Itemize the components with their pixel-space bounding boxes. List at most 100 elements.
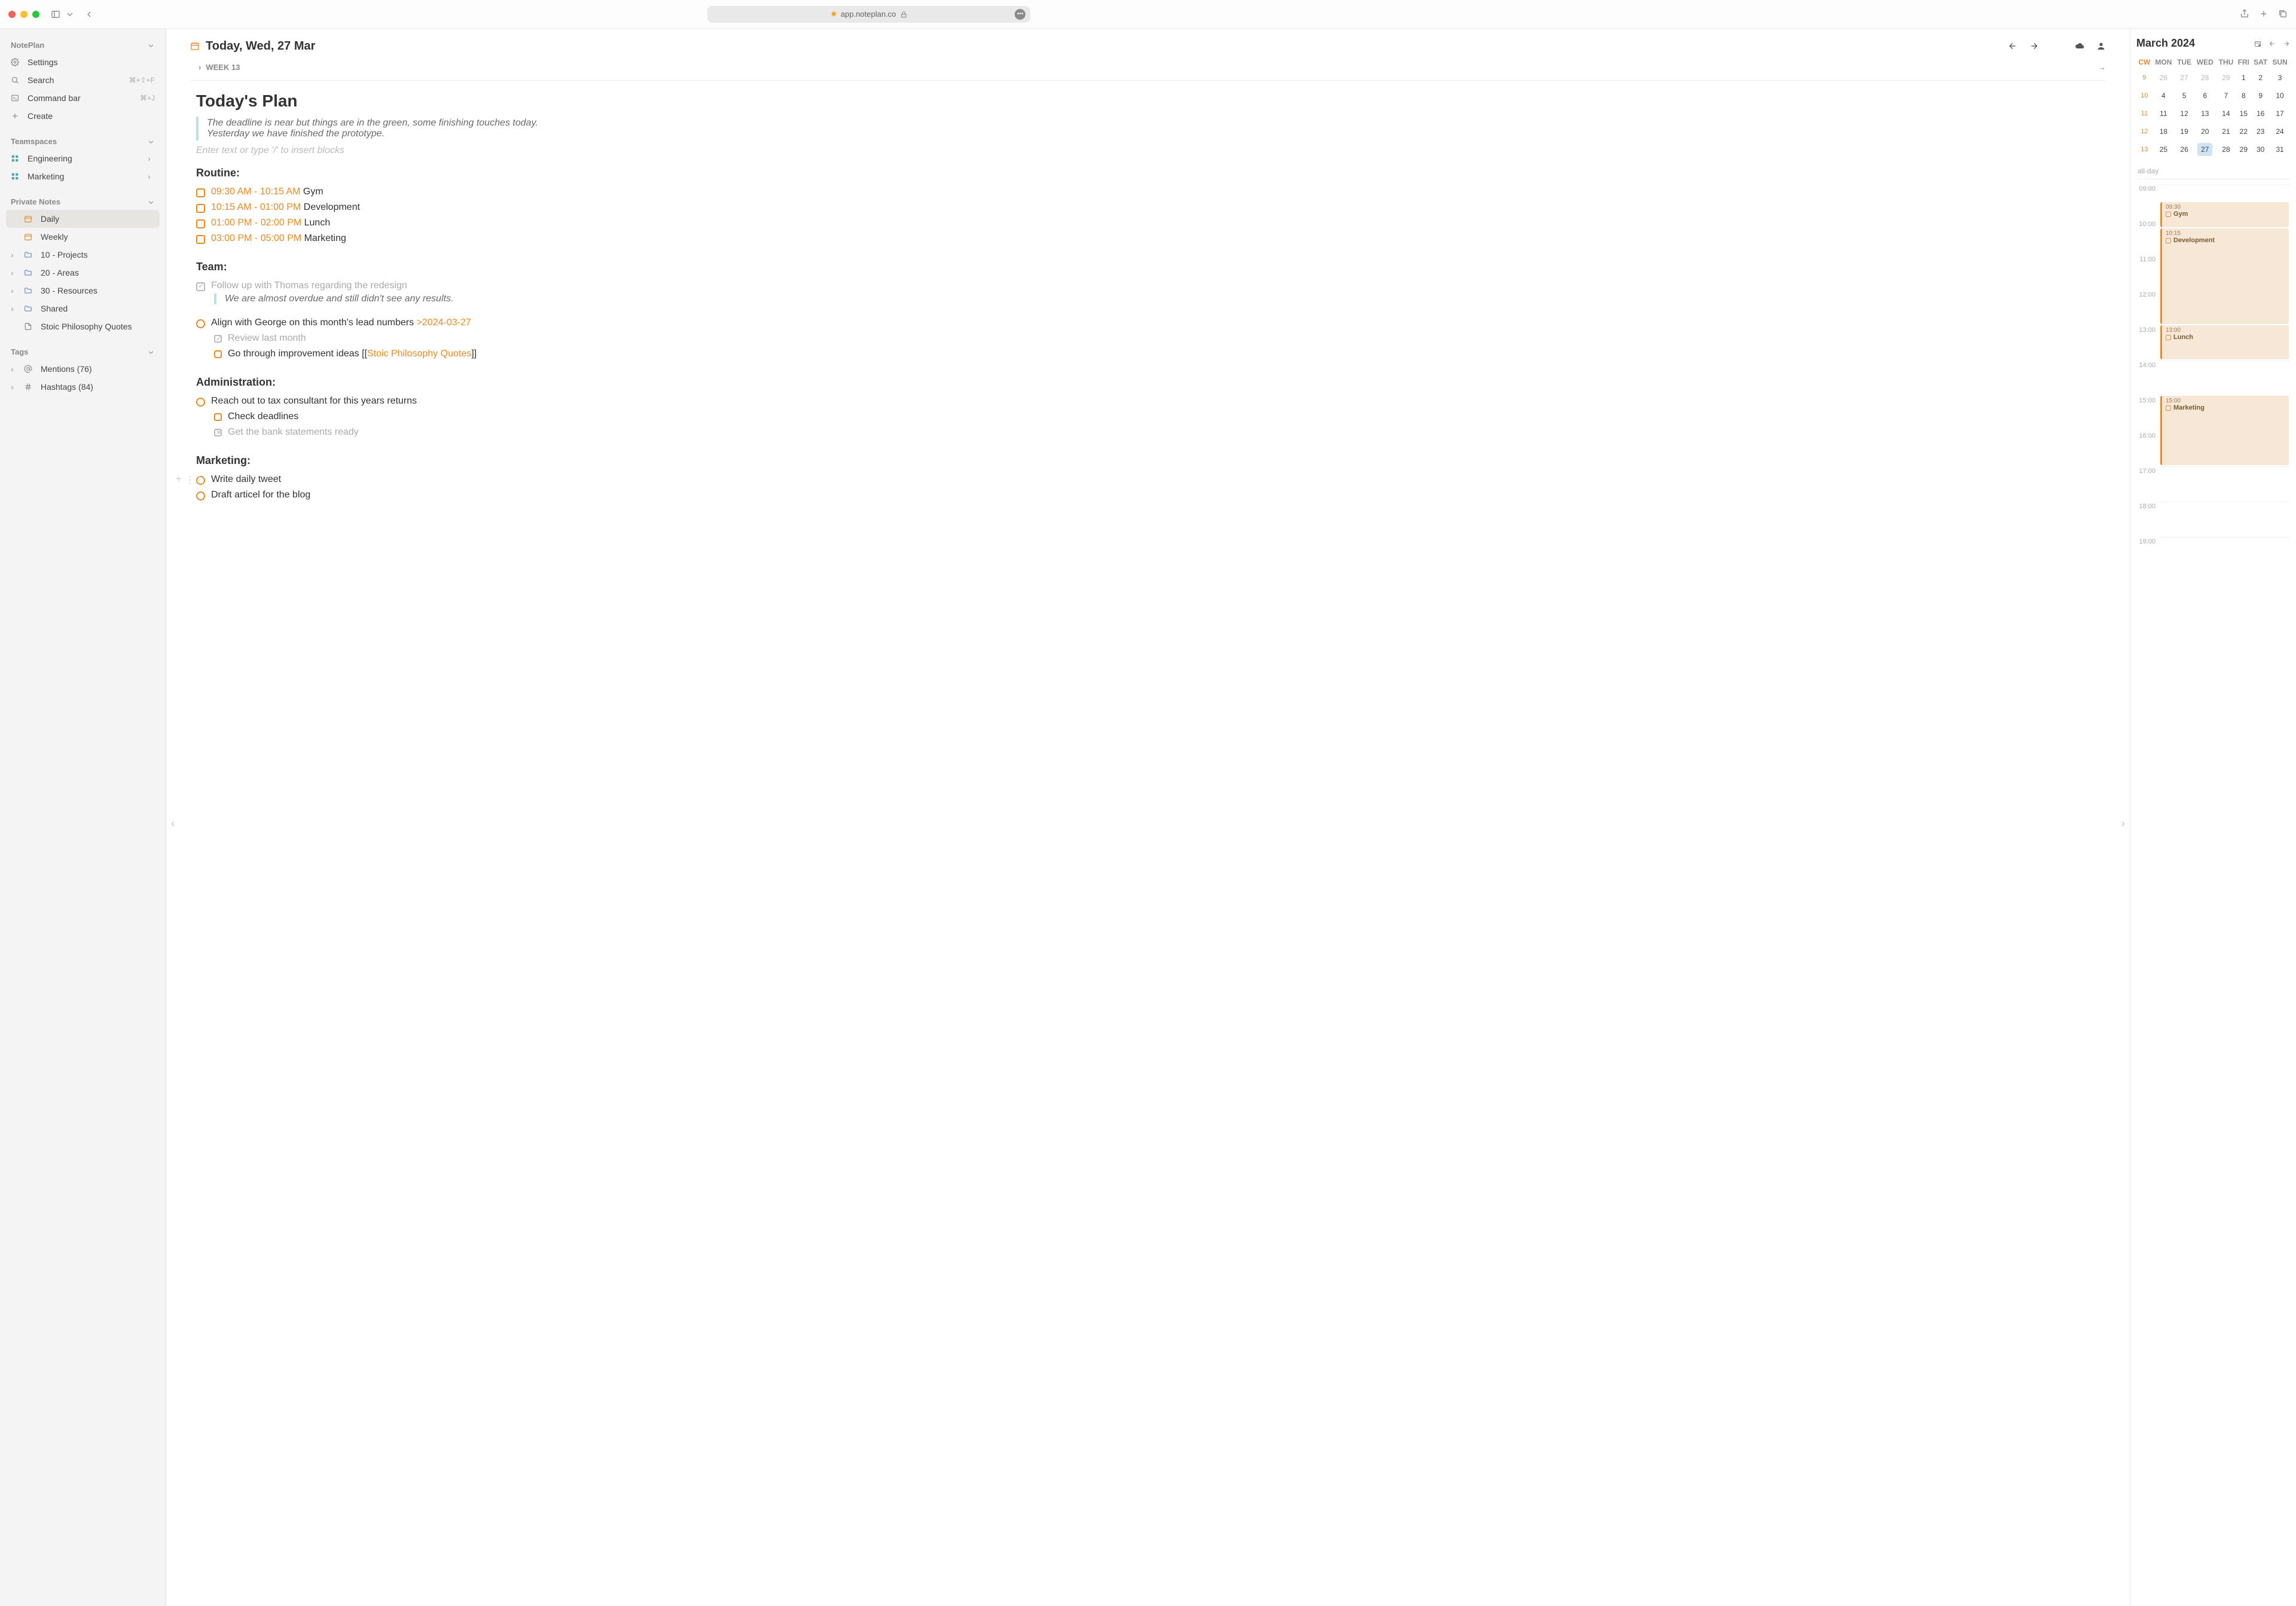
collapse-icon[interactable]: [147, 41, 155, 50]
private-daily[interactable]: Daily: [6, 210, 160, 228]
calendar-day[interactable]: 18: [2152, 123, 2175, 141]
teamspace-engineering[interactable]: Engineering›: [6, 149, 160, 167]
new-tab-icon[interactable]: [2259, 9, 2268, 20]
chevron-right-icon[interactable]: ›: [11, 364, 18, 374]
calendar-day[interactable]: 21: [2216, 123, 2236, 141]
collapse-icon[interactable]: [147, 347, 155, 356]
calendar-day[interactable]: 7: [2216, 87, 2236, 105]
week-number[interactable]: 9: [2136, 69, 2152, 87]
add-icon[interactable]: +: [176, 474, 181, 486]
chevron-right-icon[interactable]: ›: [11, 382, 18, 392]
next-note-icon[interactable]: ›: [2121, 817, 2125, 830]
teamspace-marketing[interactable]: Marketing›: [6, 167, 160, 185]
chevron-down-icon[interactable]: [65, 9, 75, 20]
sidebar-command-bar[interactable]: Command bar⌘+J: [6, 89, 160, 107]
prev-day-icon[interactable]: [2008, 41, 2017, 52]
calendar-day[interactable]: 28: [2194, 69, 2216, 87]
calendar-event[interactable]: 10:15Development: [2160, 228, 2289, 324]
more-icon[interactable]: •••: [1015, 9, 1025, 20]
calendar-day[interactable]: 28: [2216, 141, 2236, 158]
task-open[interactable]: + ⋮⋮ Write daily tweet: [196, 472, 579, 487]
checkbox-icon[interactable]: [196, 188, 205, 197]
calendar-day[interactable]: 26: [2152, 69, 2175, 87]
routine-task[interactable]: 03:00 PM - 05:00 PM Marketing: [196, 231, 579, 246]
checkbox-done-icon[interactable]: [196, 282, 205, 291]
checkbox-icon[interactable]: [214, 413, 222, 421]
task-open[interactable]: Draft articel for the blog: [196, 487, 579, 503]
calendar-day[interactable]: 17: [2270, 105, 2290, 123]
date-link[interactable]: >2024-03-27: [417, 317, 471, 328]
sidebar-search[interactable]: Search⌘+⇧+F: [6, 71, 160, 89]
calendar-day[interactable]: 15: [2236, 105, 2251, 123]
calendar-event[interactable]: 15:00Marketing: [2160, 396, 2289, 465]
routine-task[interactable]: 09:30 AM - 10:15 AM Gym: [196, 184, 579, 200]
calendar-day[interactable]: 30: [2251, 141, 2270, 158]
calendar-event[interactable]: 13:00Lunch: [2160, 325, 2289, 359]
checkbox-icon[interactable]: [214, 350, 222, 358]
calendar-day[interactable]: 5: [2175, 87, 2194, 105]
calendar-event[interactable]: 09:30Gym: [2160, 202, 2289, 227]
note-link[interactable]: Stoic Philosophy Quotes: [367, 349, 471, 359]
jump-today-icon[interactable]: [2254, 39, 2261, 48]
next-month-icon[interactable]: [2283, 39, 2290, 48]
calendar-day[interactable]: 27: [2175, 69, 2194, 87]
minimize-window[interactable]: [20, 11, 28, 18]
calendar-day[interactable]: 13: [2194, 105, 2216, 123]
note-content[interactable]: Today's Plan The deadline is near but th…: [196, 91, 579, 503]
calendar-day[interactable]: 27: [2194, 141, 2216, 158]
subtask-done[interactable]: Review last month: [214, 331, 579, 346]
share-icon[interactable]: [2240, 9, 2249, 20]
routine-task[interactable]: 01:00 PM - 02:00 PM Lunch: [196, 215, 579, 231]
calendar-day[interactable]: 8: [2236, 87, 2251, 105]
calendar-day[interactable]: 4: [2152, 87, 2175, 105]
checkbox-open-icon[interactable]: [196, 319, 205, 328]
subtask-open[interactable]: Check deadlines: [214, 409, 579, 425]
prev-note-icon[interactable]: ‹: [171, 817, 175, 830]
calendar-day[interactable]: 2: [2251, 69, 2270, 87]
checkbox-icon[interactable]: [196, 219, 205, 228]
teamspaces-header[interactable]: Teamspaces: [6, 133, 160, 149]
private-stoic-philosophy-quotes[interactable]: Stoic Philosophy Quotes: [6, 317, 160, 335]
calendar-day[interactable]: 23: [2251, 123, 2270, 141]
chevron-right-icon[interactable]: ›: [11, 268, 18, 277]
calendar-day[interactable]: 3: [2270, 69, 2290, 87]
back-icon[interactable]: [84, 9, 94, 20]
calendar-day[interactable]: 20: [2194, 123, 2216, 141]
tags-header[interactable]: Tags: [6, 344, 160, 360]
calendar-day[interactable]: 11: [2152, 105, 2175, 123]
subtask-open[interactable]: Go through improvement ideas [[Stoic Phi…: [214, 346, 579, 362]
calendar-day[interactable]: 10: [2270, 87, 2290, 105]
calendar-day[interactable]: 26: [2175, 141, 2194, 158]
routine-task[interactable]: 10:15 AM - 01:00 PM Development: [196, 200, 579, 215]
tabs-icon[interactable]: [2278, 9, 2288, 20]
calendar-day[interactable]: 12: [2175, 105, 2194, 123]
calendar-day[interactable]: 31: [2270, 141, 2290, 158]
next-day-icon[interactable]: [2029, 41, 2039, 52]
private-10-projects[interactable]: ›10 - Projects: [6, 246, 160, 264]
checkbox-icon[interactable]: [196, 235, 205, 244]
collapse-icon[interactable]: [147, 197, 155, 206]
sidebar-create[interactable]: Create: [6, 107, 160, 125]
calendar-day[interactable]: 25: [2152, 141, 2175, 158]
checkbox-open-icon[interactable]: [196, 398, 205, 407]
sidebar-settings[interactable]: Settings: [6, 53, 160, 71]
week-number[interactable]: 12: [2136, 123, 2152, 141]
private-weekly[interactable]: Weekly: [6, 228, 160, 246]
hour-row[interactable]: 14:00: [2136, 361, 2290, 396]
calendar-day[interactable]: 29: [2236, 141, 2251, 158]
calendar-day[interactable]: 9: [2251, 87, 2270, 105]
calendar-day[interactable]: 29: [2216, 69, 2236, 87]
sync-icon[interactable]: [2075, 41, 2084, 52]
sidebar-toggle-icon[interactable]: [50, 9, 61, 20]
calendar-day[interactable]: 19: [2175, 123, 2194, 141]
tag-mentions[interactable]: ›Mentions (76): [6, 360, 160, 378]
maximize-window[interactable]: [32, 11, 39, 18]
private-shared[interactable]: ›Shared: [6, 300, 160, 317]
prev-month-icon[interactable]: [2268, 39, 2276, 48]
private-notes-header[interactable]: Private Notes: [6, 194, 160, 210]
calendar-day[interactable]: 14: [2216, 105, 2236, 123]
hour-row[interactable]: 19:00: [2136, 537, 2290, 572]
collapse-icon[interactable]: [147, 137, 155, 146]
week-number[interactable]: 10: [2136, 87, 2152, 105]
calendar-day[interactable]: 16: [2251, 105, 2270, 123]
